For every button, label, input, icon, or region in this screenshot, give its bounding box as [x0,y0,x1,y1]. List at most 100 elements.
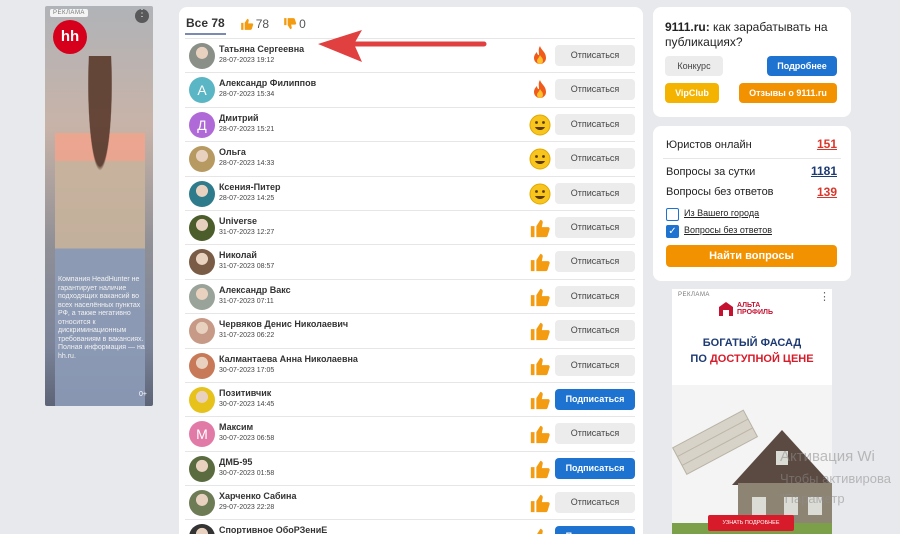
promo-site: 9111.ru: [665,20,710,34]
user-name[interactable]: Александр Вакс [219,285,291,295]
tab-likes[interactable]: 78 [240,17,269,31]
avatar[interactable]: А [189,77,215,104]
avatar[interactable] [189,214,215,241]
list-item: Александр Вакс 31-07-2023 07:11 Отписаться [185,280,635,315]
avatar[interactable] [189,524,215,534]
unsubscribe-button[interactable]: Отписаться [555,285,635,307]
user-name[interactable]: Калмантаева Анна Николаевна [219,354,358,364]
alta-logo-icon [719,302,733,316]
user-name[interactable]: Universe [219,216,257,226]
unsubscribe-button[interactable]: Отписаться [555,216,635,238]
unsubscribe-button[interactable]: Отписаться [555,182,635,204]
user-name[interactable]: Николай [219,250,257,260]
unsubscribe-button[interactable]: Отписаться [555,45,635,66]
reaction-date: 28-07-2023 15:34 [219,91,275,99]
thumbs-up-icon [530,254,550,272]
hh-logo: hh [53,20,87,54]
questions-day-label: Вопросы за сутки [666,166,756,178]
tab-all[interactable]: Все 78 [185,14,226,35]
avatar[interactable]: Д [189,111,215,138]
unsubscribe-button[interactable]: Отписаться [555,79,635,101]
avatar[interactable] [189,490,215,517]
avatar[interactable] [189,180,215,207]
unsubscribe-button[interactable]: Отписаться [555,354,635,376]
reaction-fire [528,44,552,68]
ad-age-rating: 0+ [139,391,147,398]
ad-disclaimer: Компания HeadHunter не гарантирует налич… [58,276,145,360]
reaction-date: 30-07-2023 01:58 [219,469,275,477]
lawyers-online-label: Юристов онлайн [666,139,752,151]
reaction-date: 31-07-2023 08:57 [219,263,275,271]
slogan-line1: БОГАТЫЙ ФАСАД [702,337,802,349]
avatar[interactable] [189,146,215,173]
unsubscribe-button[interactable]: Отписаться [555,113,635,135]
avatar[interactable] [189,455,215,482]
city-checkbox-label[interactable]: Из Вашего города [684,208,759,218]
thumbs-up-icon [530,357,550,375]
avatar[interactable] [189,43,215,69]
ad-menu-icon[interactable]: ⋮ [819,292,830,304]
reaction-date: 30-07-2023 14:45 [219,400,275,408]
user-name[interactable]: Харченко Сабина [219,491,296,501]
reaction-like [528,457,552,481]
user-name[interactable]: Червяков Денис Николаевич [219,319,348,329]
user-name[interactable]: Дмитрий [219,113,259,123]
thumbs-up-icon [537,529,543,534]
ad-menu-icon[interactable]: ⋮ [135,9,149,23]
more-button[interactable]: Подробнее [767,56,837,76]
reaction-like [528,525,552,534]
avatar[interactable] [189,283,215,310]
avatar[interactable] [189,318,215,345]
thumbs-up-icon [530,288,550,306]
no-answers-checkbox-label[interactable]: Вопросы без ответов [684,225,772,235]
vipclub-button[interactable]: VipClub [665,83,719,103]
user-name[interactable]: Спортивное ОбоРЗениЕ [219,525,327,534]
avatar[interactable] [189,249,215,276]
reaction-like [528,250,552,274]
subscribe-button[interactable]: Подписаться [555,457,635,479]
thumbs-up-icon [530,322,550,341]
user-name[interactable]: ДМБ-95 [219,457,252,467]
user-name[interactable]: Александр Филиппов [219,78,316,88]
avatar[interactable] [189,386,215,413]
user-name[interactable]: Позитивчик [219,388,271,398]
subscribe-button[interactable]: Подписаться [555,388,635,410]
unsubscribe-button[interactable]: Отписаться [555,320,635,342]
windows-activation-settings: "Параметр [780,491,845,506]
learn-more-button[interactable]: УЗНАТЬ ПОДРОБНЕЕ [708,515,794,531]
avatar[interactable] [189,352,215,379]
unsubscribe-button[interactable]: Отписаться [555,423,635,445]
contest-button[interactable]: Конкурс [665,56,723,76]
user-name[interactable]: Максим [219,422,253,432]
reviews-button[interactable]: Отзывы о 9111.ru [739,83,837,103]
reactions-panel: Все 78 78 0 Татьяна Сергеевна 28-07-2023 … [179,7,643,534]
unsubscribe-button[interactable]: Отписаться [555,492,635,514]
unsubscribe-button[interactable]: Отписаться [555,148,635,170]
reaction-like [528,285,552,309]
no-answers-checkbox[interactable]: ✓ [666,225,679,238]
questions-day-value[interactable]: 1181 [811,164,837,178]
reaction-date: 31-07-2023 07:11 [219,297,274,305]
fire-icon [534,46,546,64]
windows-activation-text: Чтобы активирова [780,471,892,486]
city-checkbox[interactable] [666,208,679,221]
subscribe-button[interactable]: Подписаться [555,526,635,534]
find-questions-button[interactable]: Найти вопросы [666,245,837,267]
thumbs-down-icon [284,18,297,30]
unsubscribe-button[interactable]: Отписаться [555,251,635,273]
user-name[interactable]: Ольга [219,147,246,157]
user-list: Татьяна Сергеевна 28-07-2023 19:12 Отписат… [185,38,635,534]
unanswered-value[interactable]: 139 [817,185,837,199]
user-name[interactable]: Татьяна Сергеевна [219,44,304,54]
left-advertisement[interactable]: РЕКЛАМА ⋮ hh Компания HeadHunter не гара… [45,6,153,406]
lawyers-online-value[interactable]: 151 [817,137,837,151]
user-name[interactable]: Ксения-Питер [219,182,281,192]
brand-line2: ПРОФИЛЬ [737,309,774,316]
tab-dislikes[interactable]: 0 [283,17,306,31]
reaction-date: 31-07-2023 12:27 [219,228,275,236]
reaction-tabs: Все 78 78 0 [185,13,306,35]
avatar[interactable]: М [189,421,215,448]
slogan-line2b: ДОСТУПНОЙ ЦЕНЕ [709,353,814,365]
reaction-like [528,354,552,378]
smile-icon [529,114,551,136]
